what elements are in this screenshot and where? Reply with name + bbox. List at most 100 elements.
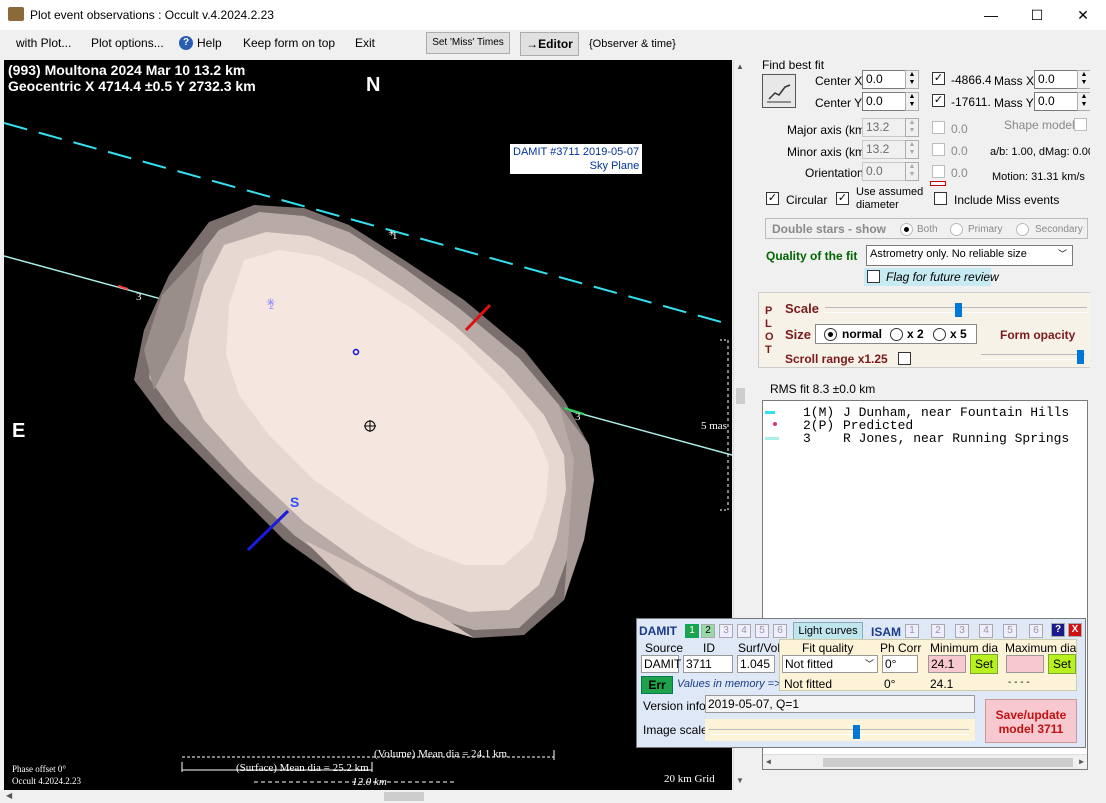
scroll-left-icon[interactable]: ◀ xyxy=(6,791,12,800)
size-x5-radio[interactable] xyxy=(933,328,946,341)
min-dia-set-button[interactable]: Set xyxy=(970,654,998,674)
include-miss-checkbox[interactable] xyxy=(934,192,947,205)
list-item[interactable]: 2(P) Predicted xyxy=(763,418,1083,433)
size-normal-radio[interactable] xyxy=(824,328,837,341)
damit-model-1[interactable]: 1 xyxy=(685,624,699,638)
max-dia-set-button[interactable]: Set xyxy=(1048,654,1076,674)
h-scroll-thumb[interactable] xyxy=(384,792,424,801)
list-item[interactable]: 1(M) J Dunham, near Fountain Hills xyxy=(763,405,1083,420)
damit-model-5[interactable]: 5 xyxy=(755,624,769,638)
fit-quality-select[interactable]: Not fitted ﹀ xyxy=(782,655,878,673)
image-scale-thumb[interactable] xyxy=(853,725,860,739)
list-item[interactable]: 3 R Jones, near Running Springs xyxy=(763,431,1083,446)
light-curves-button[interactable]: Light curves xyxy=(793,622,863,640)
circular-checkbox[interactable]: ✓ xyxy=(766,192,779,205)
center-x-label: Center X xyxy=(815,74,863,88)
list-scroll-thumb[interactable] xyxy=(823,758,1073,767)
form-opacity-thumb[interactable] xyxy=(1077,350,1084,364)
help-button[interactable]: ? xyxy=(1051,623,1065,637)
panel-vertical-scrollbar[interactable] xyxy=(1090,60,1104,790)
menu-with-plot[interactable]: with Plot... xyxy=(16,36,71,50)
chord-3-name: R Jones, near Running Springs xyxy=(843,431,1070,446)
isam-model-2[interactable]: 2 xyxy=(931,624,945,638)
set-miss-times-button[interactable]: Set 'Miss' Times xyxy=(426,32,510,54)
center-x-input[interactable]: 0.0 xyxy=(862,70,906,89)
damit-model-3[interactable]: 3 xyxy=(719,624,733,638)
plot-vertical-label: P L O T xyxy=(765,305,774,357)
north-label: N xyxy=(366,74,381,96)
isam-model-6[interactable]: 6 xyxy=(1029,624,1043,638)
major-axis-spinner[interactable]: ▲ ▼ xyxy=(905,118,919,137)
fit-y-checkbox[interactable]: ✓ xyxy=(932,94,945,107)
menu-keep-on-top[interactable]: Keep form on top xyxy=(243,36,335,50)
editor-button[interactable]: →Editor xyxy=(520,32,579,56)
use-assumed-checkbox[interactable]: ✓ xyxy=(836,192,849,205)
plot-horizontal-scrollbar[interactable]: ◀ xyxy=(4,790,733,803)
damit-model-6[interactable]: 6 xyxy=(773,624,787,638)
scroll-down-icon[interactable]: ▼ xyxy=(736,776,744,785)
image-scale-slider[interactable] xyxy=(709,725,969,739)
mass-x-input[interactable]: 0.0 xyxy=(1034,70,1078,89)
scale-slider-thumb[interactable] xyxy=(955,303,962,317)
form-opacity-slider[interactable] xyxy=(981,350,1085,364)
close-button[interactable]: ✕ xyxy=(1060,0,1106,30)
max-dia-field[interactable] xyxy=(1006,655,1044,673)
center-y-input[interactable]: 0.0 xyxy=(862,92,906,111)
min-dia-field[interactable]: 24.1 xyxy=(928,655,966,673)
minor-axis-checkbox[interactable] xyxy=(932,143,945,156)
mass-y-spinner[interactable]: ▲ ▼ xyxy=(1077,92,1091,111)
err-button[interactable]: Err xyxy=(641,676,673,694)
maximize-button[interactable]: ☐ xyxy=(1014,0,1060,30)
orientation-input[interactable]: 0.0 xyxy=(862,162,906,181)
list-scroll-right-icon[interactable]: ▶ xyxy=(1079,757,1084,767)
scroll-thumb[interactable] xyxy=(736,388,745,404)
scale-slider[interactable] xyxy=(825,303,1087,317)
flag-review-checkbox[interactable] xyxy=(867,270,880,283)
major-axis-checkbox[interactable] xyxy=(932,121,945,134)
secondary-radio[interactable] xyxy=(1016,223,1029,236)
menu-help[interactable]: Help xyxy=(197,36,222,50)
minor-axis-input[interactable]: 13.2 xyxy=(862,140,906,159)
damit-model-4[interactable]: 4 xyxy=(737,624,751,638)
size-x2-radio[interactable] xyxy=(890,328,903,341)
list-horizontal-scrollbar[interactable]: ◀ ▶ xyxy=(763,754,1087,769)
scroll-up-icon[interactable]: ▲ xyxy=(736,62,744,71)
damit-model-2[interactable]: 2 xyxy=(701,624,715,638)
ph-corr-field[interactable]: 0° xyxy=(882,655,918,673)
menu-plot-options[interactable]: Plot options... xyxy=(91,36,164,50)
orientation-spinner[interactable]: ▲ ▼ xyxy=(905,162,919,181)
list-scroll-left-icon[interactable]: ◀ xyxy=(766,757,771,767)
version-info-field[interactable]: 2019-05-07, Q=1 xyxy=(705,695,975,713)
isam-model-3[interactable]: 3 xyxy=(955,624,969,638)
primary-radio[interactable] xyxy=(950,223,963,236)
min-dia-label: Minimum dia xyxy=(930,641,999,655)
scroll-range-checkbox[interactable] xyxy=(898,352,911,365)
quality-select[interactable]: Astrometry only. No reliable size ﹀ xyxy=(866,245,1073,266)
isam-model-4[interactable]: 4 xyxy=(979,624,993,638)
major-axis-input[interactable]: 13.2 xyxy=(862,118,906,137)
plot-area[interactable]: ✳ ✳ (993) Moultona 2024 Mar 10 13.2 km G… xyxy=(4,60,732,790)
chord-1-number: 1 xyxy=(392,230,398,242)
surfvol-field[interactable]: 1.045 xyxy=(737,655,775,673)
chord-1-color-icon xyxy=(765,411,775,414)
close-damit-button[interactable]: X xyxy=(1068,623,1082,637)
find-best-fit-button[interactable] xyxy=(762,74,796,108)
center-y-spinner[interactable]: ▲ ▼ xyxy=(905,92,919,111)
save-update-button[interactable]: Save/update model 3711 xyxy=(985,699,1077,743)
center-x-spinner[interactable]: ▲ ▼ xyxy=(905,70,919,89)
shape-model-checkbox[interactable] xyxy=(1074,118,1087,131)
id-field[interactable]: 3711 xyxy=(683,655,733,673)
isam-model-1[interactable]: 1 xyxy=(905,624,919,638)
volume-mean-dia: (Volume) Mean dia = 24.1 km xyxy=(374,748,508,760)
source-field[interactable]: DAMIT xyxy=(641,655,681,673)
color-swatch[interactable] xyxy=(930,181,946,186)
fit-x-checkbox[interactable]: ✓ xyxy=(932,72,945,85)
both-radio[interactable] xyxy=(900,223,913,236)
menu-exit[interactable]: Exit xyxy=(355,36,375,50)
minor-axis-spinner[interactable]: ▲ ▼ xyxy=(905,140,919,159)
orientation-checkbox[interactable] xyxy=(932,165,945,178)
mass-y-input[interactable]: 0.0 xyxy=(1034,92,1078,111)
isam-model-5[interactable]: 5 xyxy=(1003,624,1017,638)
mass-x-spinner[interactable]: ▲ ▼ xyxy=(1077,70,1091,89)
minimize-button[interactable]: — xyxy=(968,0,1014,30)
